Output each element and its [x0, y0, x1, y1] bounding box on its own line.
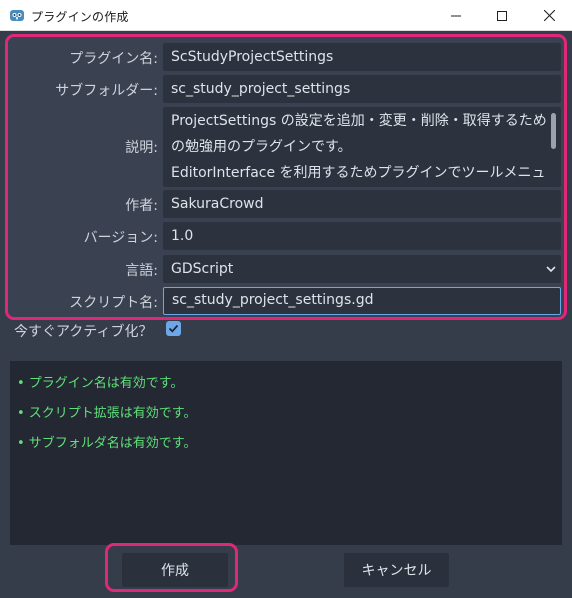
- message-item: • スクリプト拡張は有効です。: [17, 406, 197, 421]
- language-select[interactable]: GDScript: [163, 255, 561, 283]
- version-label: バージョン:: [83, 230, 158, 246]
- description-textarea[interactable]: ProjectSettings の設定を追加・変更・削除・取得するため の勉強用…: [163, 107, 561, 187]
- cancel-button[interactable]: キャンセル: [344, 553, 449, 587]
- description-label: 説明:: [125, 140, 158, 156]
- description-line: ProjectSettings の設定を追加・変更・削除・取得するため: [171, 113, 547, 129]
- plugin-name-label: プラグイン名:: [69, 51, 158, 67]
- author-label: 作者:: [125, 198, 158, 214]
- activate-label: 今すぐアクティブ化？: [14, 324, 153, 340]
- close-icon: [543, 10, 555, 21]
- script-name-label: スクリプト名:: [69, 295, 158, 311]
- description-line: の勉強用のプラグインです。: [171, 139, 352, 155]
- maximize-icon: [497, 10, 507, 21]
- create-button[interactable]: 作成: [122, 553, 228, 587]
- version-input[interactable]: 1.0: [163, 222, 561, 250]
- maximize-button[interactable]: [479, 0, 525, 31]
- message-item: • サブフォルダ名は有効です。: [17, 436, 197, 451]
- window-title: プラグインの作成: [31, 10, 129, 24]
- validation-messages: • プラグイン名は有効です。 • スクリプト拡張は有効です。 • サブフォルダ名…: [10, 361, 562, 545]
- plugin-name-input[interactable]: ScStudyProjectSettings: [163, 43, 561, 71]
- message-item: • プラグイン名は有効です。: [17, 376, 184, 391]
- minimize-icon: [451, 15, 461, 16]
- author-input[interactable]: SakuraCrowd: [163, 190, 561, 218]
- language-selected-value: GDScript: [171, 261, 234, 277]
- activate-checkbox[interactable]: [166, 321, 181, 336]
- language-label: 言語:: [125, 263, 158, 279]
- subfolder-input[interactable]: sc_study_project_settings: [163, 75, 561, 103]
- description-line: EditorInterface を利用するためプラグインでツールメニュ: [171, 165, 546, 181]
- checkmark-icon: [168, 324, 179, 333]
- script-name-input[interactable]: sc_study_project_settings.gd: [163, 287, 561, 315]
- godot-icon: [10, 10, 24, 21]
- close-button[interactable]: [526, 0, 572, 31]
- description-scrollbar[interactable]: [551, 113, 556, 149]
- plugin-form: プラグイン名: ScStudyProjectSettings サブフォルダー: …: [5, 34, 567, 320]
- subfolder-label: サブフォルダー:: [55, 83, 158, 99]
- title-bar: プラグインの作成: [0, 0, 572, 31]
- minimize-button[interactable]: [433, 0, 479, 31]
- chevron-down-icon: [546, 266, 556, 273]
